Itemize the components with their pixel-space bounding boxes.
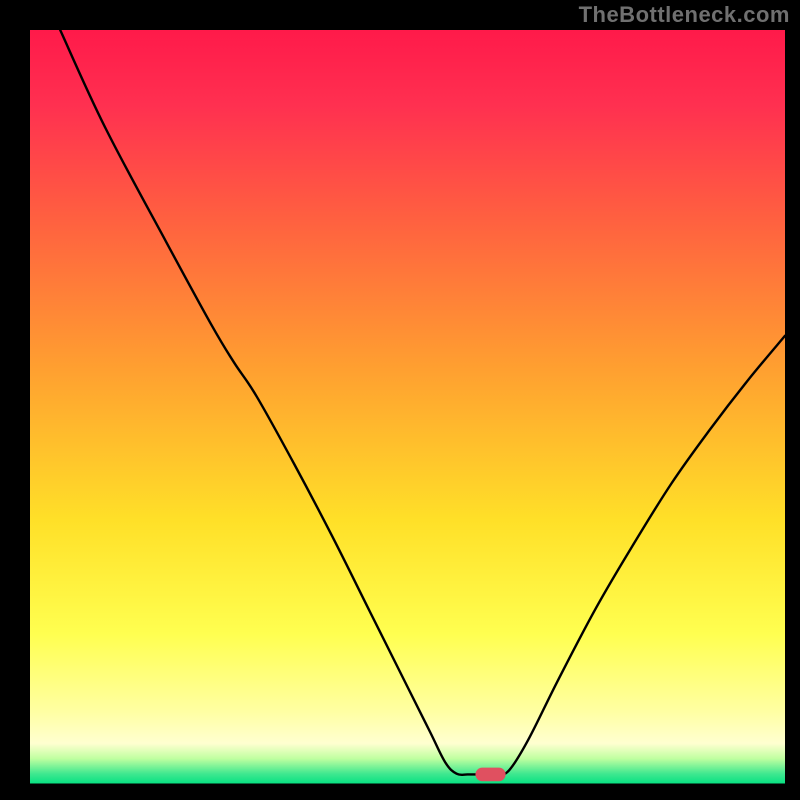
watermark-label: TheBottleneck.com <box>579 2 790 28</box>
chart-background <box>30 30 785 785</box>
bottleneck-chart: TheBottleneck.com <box>0 0 800 800</box>
optimal-marker <box>475 768 505 782</box>
chart-svg <box>0 0 800 800</box>
